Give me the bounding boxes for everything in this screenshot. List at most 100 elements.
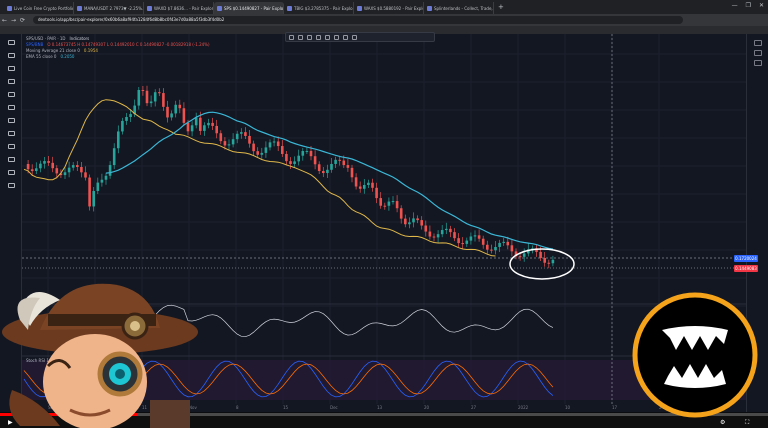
candle-body [412, 218, 415, 223]
candle-body [281, 146, 284, 154]
candle-body [51, 162, 54, 169]
candle-body [256, 151, 259, 155]
candle-body [453, 232, 456, 239]
browser-tab[interactable]: Live Coin Free Crypto Portfolio Tr...✕ [4, 2, 74, 14]
brush-icon[interactable] [8, 105, 15, 110]
candle-body [391, 201, 395, 203]
browser-tab[interactable]: WAXS $0.5880192 - Pair Explorer...✕ [354, 2, 424, 14]
candle-body [461, 243, 464, 245]
screenshot-icon[interactable] [754, 60, 762, 66]
candle-body [305, 150, 309, 152]
lock-icon[interactable] [334, 34, 339, 40]
candle-body [404, 218, 407, 225]
candle-body [330, 163, 333, 170]
candle-body [88, 177, 91, 207]
settings-icon[interactable]: ⚙ [720, 419, 725, 426]
candle-body [76, 165, 79, 167]
candle-body [342, 160, 346, 166]
magnet-icon[interactable] [8, 144, 15, 149]
candle-body [457, 238, 460, 244]
settings-icon[interactable] [325, 34, 330, 40]
candle-body [465, 240, 469, 244]
reload-icon[interactable]: ⟳ [18, 17, 27, 24]
style-icon[interactable] [316, 34, 321, 40]
browser-tab[interactable]: MANA/USDT 2.7973▼ -2.25%...✕ [74, 2, 144, 14]
candle-body [207, 122, 210, 126]
favicon-icon [427, 5, 432, 11]
candle-body [100, 179, 104, 183]
minimize-button[interactable]: — [732, 2, 738, 9]
browser-tab[interactable]: SPS $0.14490827 - Pair Explorer...✕ [214, 2, 284, 14]
favicon-icon [147, 5, 152, 11]
trash-icon[interactable] [8, 183, 15, 188]
candle-body [166, 106, 169, 118]
candle-body [436, 234, 440, 238]
delete-icon[interactable] [343, 34, 348, 40]
candle-body [125, 117, 128, 121]
text-icon[interactable] [8, 92, 15, 97]
candle-body [322, 171, 325, 174]
candle-body [170, 113, 173, 118]
trendline-icon[interactable] [8, 53, 15, 58]
time-axis-label: 8 [236, 405, 239, 410]
candle-body [481, 238, 485, 245]
browser-tab[interactable]: WAXD $7.8636... - Pair Explorer...✕ [144, 2, 214, 14]
candle-body [158, 92, 161, 94]
candle-body [371, 182, 374, 188]
candle-body [494, 247, 497, 251]
candle-body [543, 257, 546, 263]
candle-body [547, 262, 551, 264]
favicon-icon [357, 5, 362, 11]
url-input[interactable]: dextools.io/app/bsc/pair-explorer/0x60b6… [33, 16, 683, 24]
width-icon[interactable] [307, 34, 312, 40]
fullscreen-icon[interactable] [754, 50, 762, 56]
candle-body [248, 135, 251, 144]
fullscreen-icon[interactable]: ⛶ [745, 419, 749, 427]
close-window-button[interactable]: ✕ [759, 2, 764, 9]
candle-body [358, 186, 362, 189]
current-price-tag: 0.1449083 [734, 265, 758, 272]
eye-icon[interactable] [8, 170, 15, 175]
favicon-icon [287, 5, 292, 11]
candle-body [108, 165, 112, 176]
new-tab-button[interactable]: + [498, 3, 504, 11]
forward-icon[interactable]: → [9, 17, 18, 24]
candle-body [334, 159, 337, 164]
back-icon[interactable]: ← [0, 17, 9, 24]
zoom-icon[interactable] [8, 131, 15, 136]
candle-body [297, 155, 300, 162]
maximize-button[interactable]: ❐ [746, 2, 751, 9]
candle-body [231, 139, 235, 145]
sma-price-tag: 0.1720024 [734, 255, 758, 262]
pattern-icon[interactable] [8, 79, 15, 84]
settings-icon[interactable] [754, 40, 762, 46]
candle-body [149, 101, 153, 104]
ma1-value: 0.1954 [83, 48, 98, 53]
candle-body [301, 151, 305, 156]
more-icon[interactable] [352, 34, 357, 40]
line-tool-icon[interactable] [289, 34, 294, 40]
favicon-icon [7, 5, 12, 11]
candle-body [227, 144, 231, 146]
candle-body [194, 117, 198, 126]
candle-body [432, 236, 436, 238]
crosshair-icon[interactable] [8, 40, 15, 45]
candle-body [522, 253, 526, 257]
candle-body [510, 245, 514, 252]
favicon-icon [77, 5, 82, 11]
candle-body [223, 141, 227, 146]
browser-tab[interactable]: Splinterlands - Collect, Trade, Ba...✕ [424, 2, 494, 14]
candle-body [30, 169, 34, 172]
cowboy-avatar [2, 283, 198, 428]
candle-body [354, 177, 358, 187]
lock-icon[interactable] [8, 157, 15, 162]
candle-body [367, 182, 370, 186]
candle-body [84, 172, 87, 178]
candle-body [449, 228, 452, 233]
candle-body [428, 231, 432, 237]
color-icon[interactable] [298, 34, 303, 40]
fib-icon[interactable] [8, 66, 15, 71]
candle-body [498, 242, 501, 248]
browser-tab[interactable]: TBIG $3.2785375 - Pair Explorer...✕ [284, 2, 354, 14]
measure-icon[interactable] [8, 118, 15, 123]
